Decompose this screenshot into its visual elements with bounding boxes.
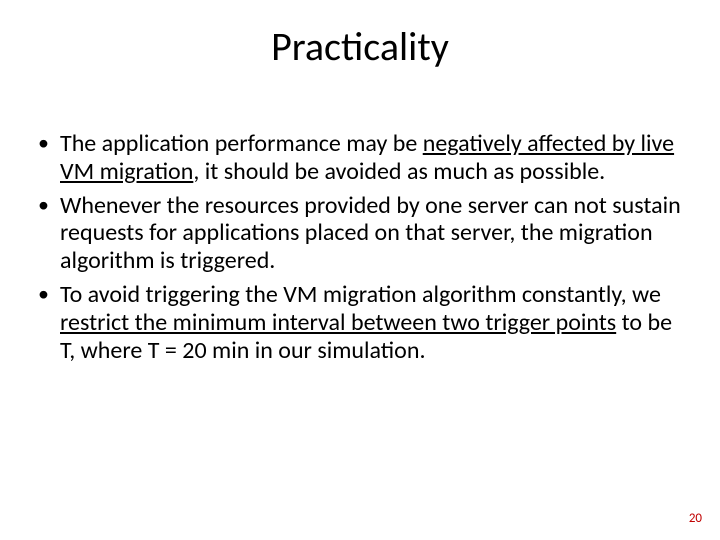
slide-body: The application performance may be negat… <box>36 130 684 371</box>
bullet-text-underline: restrict the minimum interval between tw… <box>60 308 616 337</box>
bullet-item: To avoid triggering the VM migration alg… <box>36 281 684 364</box>
bullet-text-pre: To avoid triggering the VM migration alg… <box>60 280 661 309</box>
bullet-item: Whenever the resources provided by one s… <box>36 192 684 275</box>
bullet-text-post: , it should be avoided as much as possib… <box>193 157 605 186</box>
slide-title: Practicality <box>0 22 720 71</box>
slide: Practicality The application performance… <box>0 0 720 540</box>
bullet-item: The application performance may be negat… <box>36 130 684 186</box>
bullet-text: Whenever the resources provided by one s… <box>60 191 681 276</box>
page-number: 20 <box>689 511 702 526</box>
bullet-list: The application performance may be negat… <box>36 130 684 365</box>
bullet-text-pre: The application performance may be <box>60 129 423 158</box>
